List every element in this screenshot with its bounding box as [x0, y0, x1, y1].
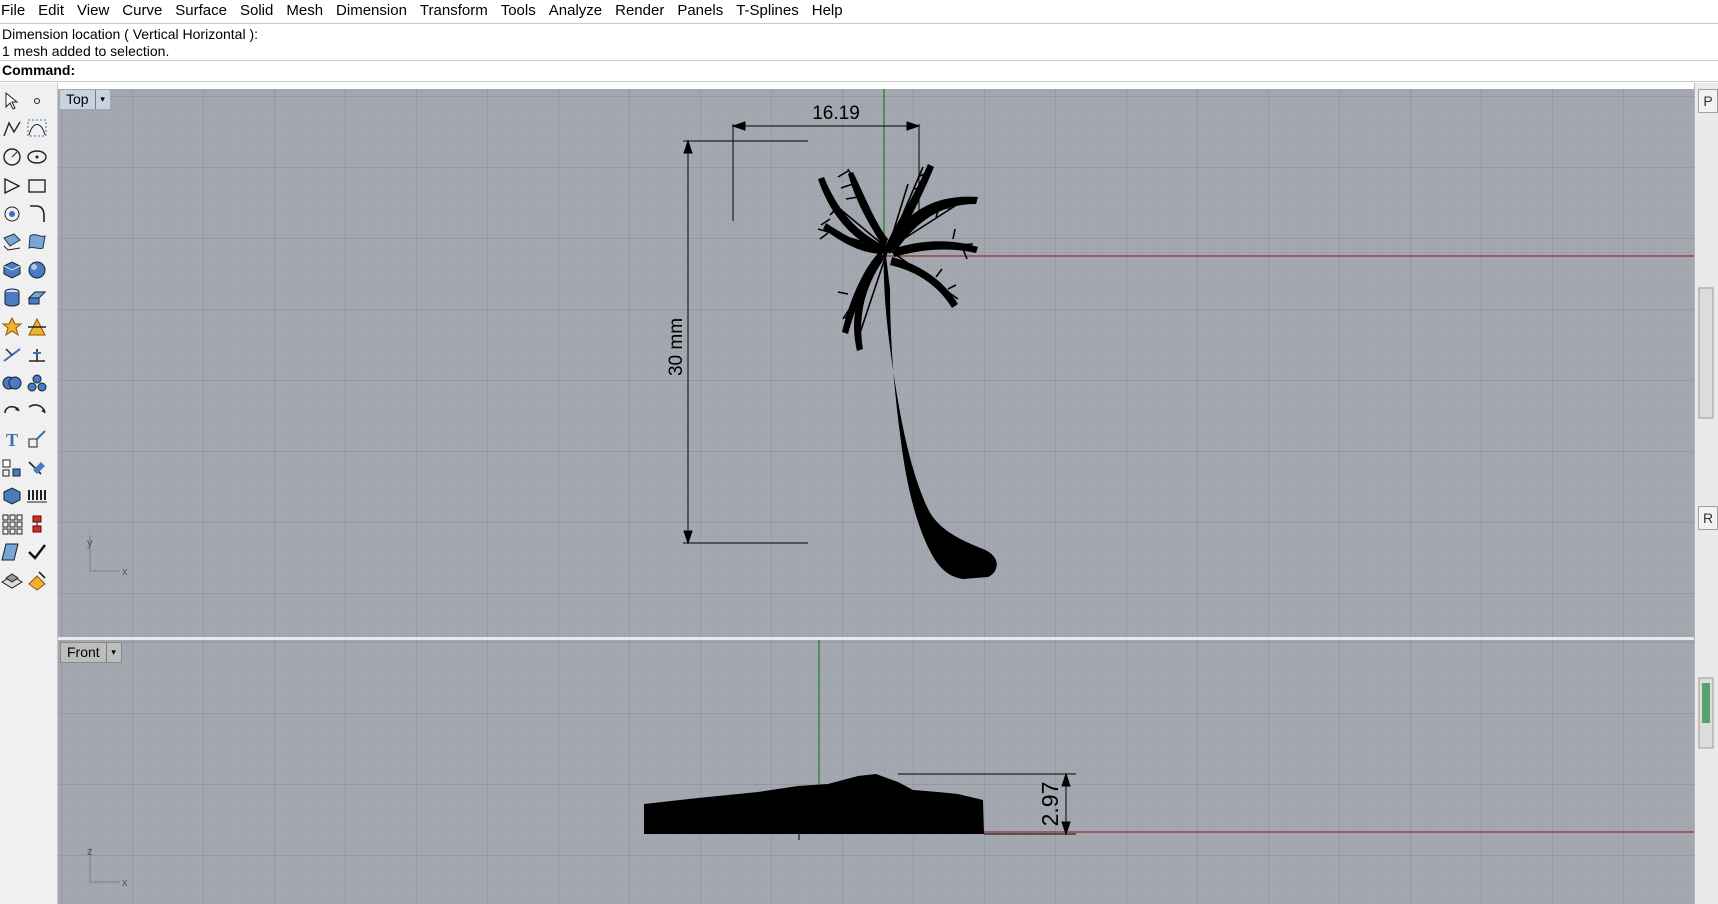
scale-icon[interactable] [25, 427, 49, 451]
split-icon[interactable] [25, 315, 49, 339]
ellipse-icon[interactable] [25, 145, 49, 169]
command-bar: Command: [0, 61, 1718, 82]
svg-text:x: x [122, 877, 128, 889]
text-icon[interactable]: T [0, 427, 24, 451]
group-icon[interactable] [0, 456, 24, 480]
command-history-line: 1 mesh added to selection. [2, 43, 170, 59]
menu-bar: File Edit View Curve Surface Solid Mesh … [0, 0, 1718, 22]
menu-curve[interactable]: Curve [116, 0, 169, 22]
menu-help[interactable]: Help [806, 0, 850, 22]
viewport-label-front[interactable]: Front ▾ [60, 642, 122, 663]
right-tab-r[interactable]: R [1698, 506, 1718, 530]
dimension-width-label: 16.19 [812, 103, 860, 124]
check-icon[interactable] [25, 540, 49, 564]
box-icon[interactable] [0, 258, 24, 282]
extrude-surface-icon[interactable] [25, 286, 49, 310]
move-icon[interactable] [0, 540, 24, 564]
menu-divider [0, 23, 1718, 24]
offset-curve-icon[interactable] [0, 202, 24, 226]
menu-tools[interactable]: Tools [495, 0, 543, 22]
explode-icon[interactable] [0, 315, 24, 339]
right-panel-strip [1694, 83, 1718, 904]
dimension-base-height-label: 2.97 [1037, 782, 1063, 827]
command-label: Command: [2, 62, 76, 78]
left-toolbar: T [0, 83, 58, 904]
menu-view[interactable]: View [71, 0, 116, 22]
dimension-height-label: 30 mm [666, 318, 687, 376]
polyline-icon[interactable] [0, 117, 24, 141]
viewport-top[interactable]: 16.19 30 mm y x [58, 89, 1694, 637]
menu-panels[interactable]: Panels [671, 0, 730, 22]
array-linear-icon[interactable] [25, 484, 49, 508]
right-tab-properties[interactable]: P [1698, 89, 1718, 113]
boolean-split-icon[interactable] [25, 371, 49, 395]
svg-text:x: x [122, 566, 128, 578]
svg-text:y: y [87, 537, 93, 549]
select-arrow-icon[interactable] [0, 89, 24, 113]
menu-render[interactable]: Render [609, 0, 671, 22]
right-scrollbar-bottom [1698, 677, 1714, 749]
viewport-label-top[interactable]: Top ▾ [60, 90, 110, 109]
boolean-union-icon[interactable] [0, 371, 24, 395]
menu-t-splines[interactable]: T-Splines [730, 0, 806, 22]
trim-icon[interactable] [0, 343, 24, 367]
command-history-line: Dimension location ( Vertical Horizontal… [2, 26, 258, 42]
menu-solid[interactable]: Solid [234, 0, 280, 22]
menu-file[interactable]: File [0, 0, 32, 22]
menu-surface[interactable]: Surface [169, 0, 234, 22]
viewport-front[interactable]: 2.97 z x [58, 640, 1694, 904]
menu-transform[interactable]: Transform [414, 0, 495, 22]
fillet-curve-icon[interactable] [25, 202, 49, 226]
menu-analyze[interactable]: Analyze [543, 0, 609, 22]
point-icon[interactable] [25, 89, 49, 113]
layer-icon[interactable] [0, 568, 24, 592]
chevron-down-icon[interactable]: ▾ [94, 90, 110, 109]
block-icon[interactable] [0, 484, 24, 508]
surface-from-points-icon[interactable] [0, 230, 24, 254]
rotate-icon[interactable] [0, 399, 24, 423]
array-icon[interactable] [0, 512, 24, 536]
cylinder-icon[interactable] [0, 286, 24, 310]
sphere-icon[interactable] [25, 258, 49, 282]
svg-text:T: T [6, 430, 18, 450]
command-input[interactable] [80, 61, 1680, 79]
rectangle-icon[interactable] [25, 174, 49, 198]
loft-icon[interactable] [25, 230, 49, 254]
curve-control-points-icon[interactable] [25, 117, 49, 141]
menu-dimension[interactable]: Dimension [330, 0, 414, 22]
mirror-icon[interactable] [25, 512, 49, 536]
render-icon[interactable] [25, 568, 49, 592]
extend-icon[interactable] [25, 343, 49, 367]
align-icon[interactable] [25, 456, 49, 480]
polygon-icon[interactable] [0, 174, 24, 198]
rotate-3d-icon[interactable] [25, 399, 49, 423]
chevron-down-icon[interactable]: ▾ [105, 643, 121, 662]
menu-mesh[interactable]: Mesh [280, 0, 330, 22]
circle-icon[interactable] [0, 145, 24, 169]
menu-edit[interactable]: Edit [32, 0, 71, 22]
svg-text:z: z [87, 846, 93, 858]
right-scrollbar-top [1698, 287, 1714, 419]
